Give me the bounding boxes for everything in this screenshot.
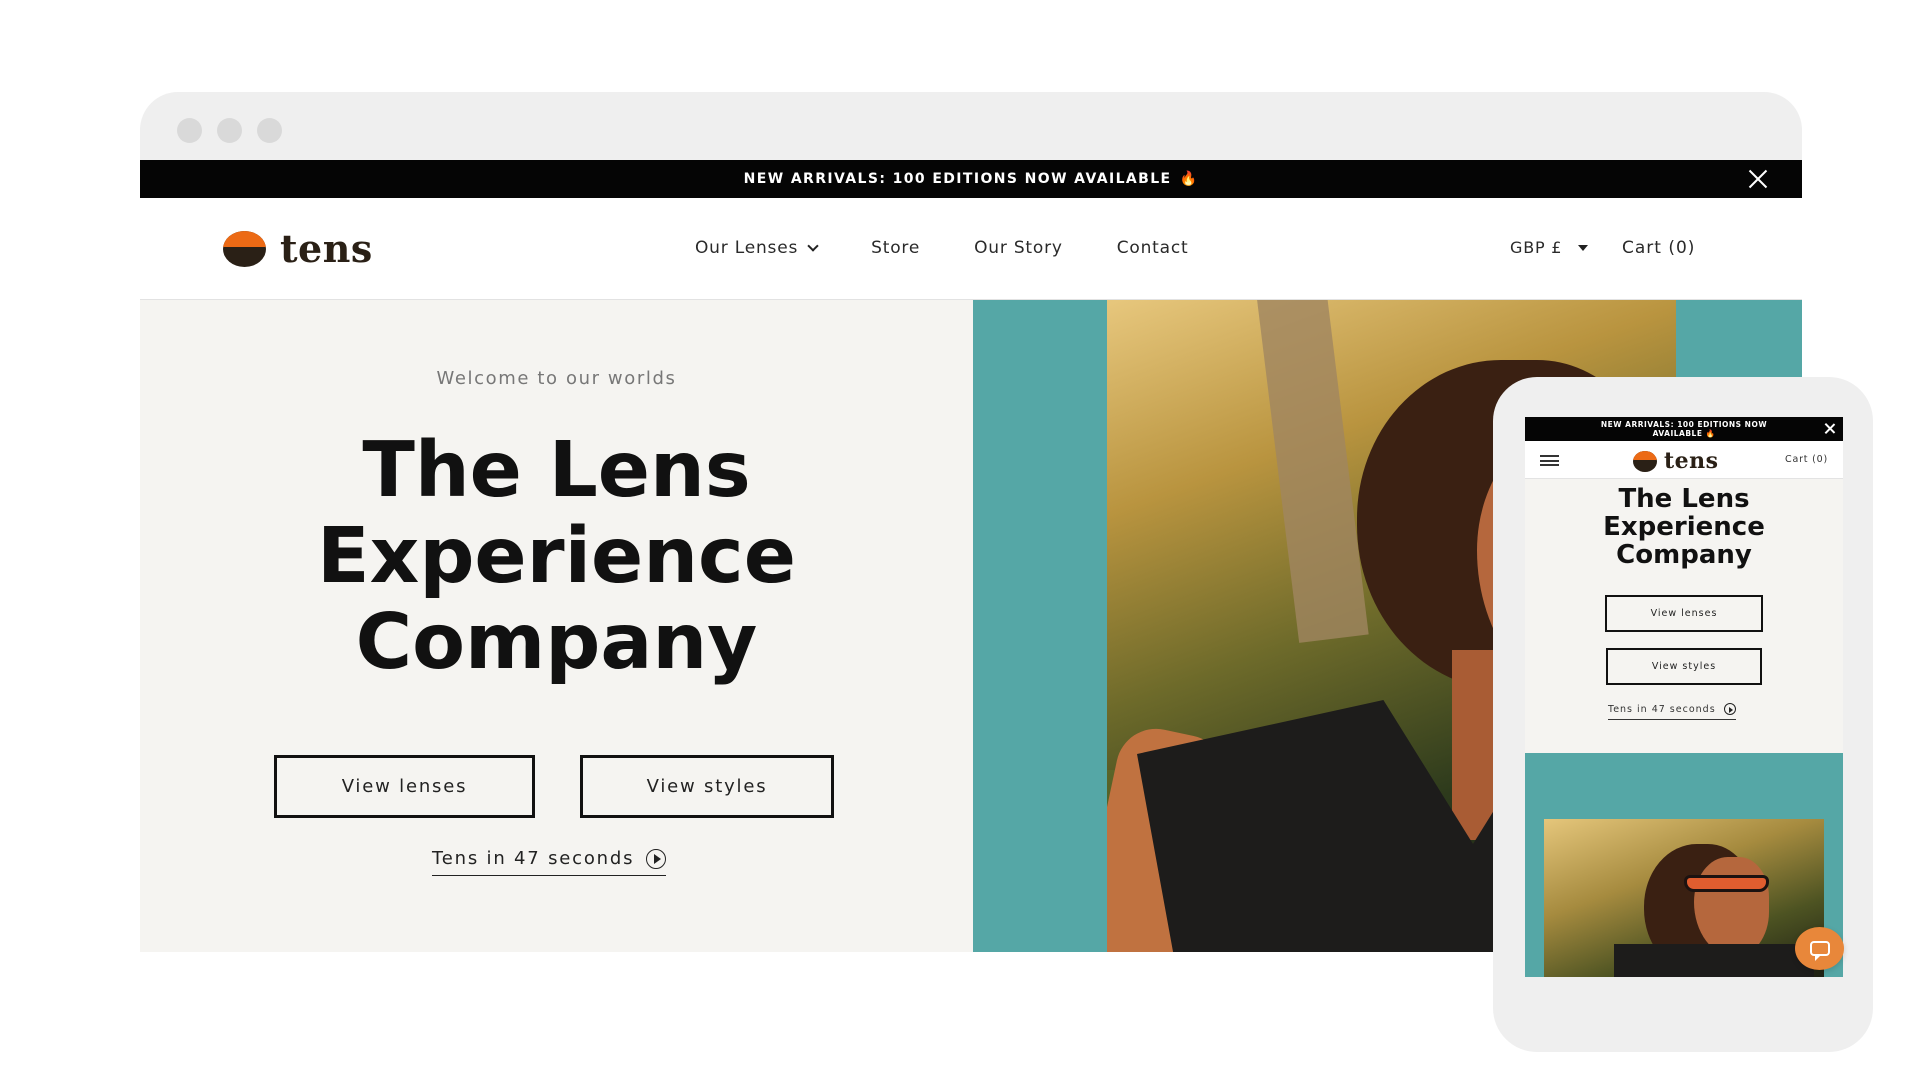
mobile-hero-photo	[1544, 819, 1824, 977]
announcement-bar: NEW ARRIVALS: 100 EDITIONS NOW AVAILABLE…	[140, 160, 1802, 198]
hamburger-menu-icon[interactable]	[1540, 455, 1559, 466]
hero-title: The Lens Experience Company	[140, 428, 973, 686]
close-icon[interactable]	[1824, 423, 1835, 434]
nav-our-lenses-label: Our Lenses	[695, 238, 799, 258]
nav-our-story[interactable]: Our Story	[974, 238, 1063, 258]
mobile-hero-title-line1: The Lens	[1618, 484, 1750, 514]
mobile-screen: NEW ARRIVALS: 100 EDITIONS NOW AVAILABLE…	[1525, 417, 1843, 977]
hero-title-line1: The Lens	[362, 426, 751, 515]
chat-button[interactable]	[1795, 927, 1844, 970]
mobile-announcement-line2-text: AVAILABLE	[1652, 429, 1703, 438]
hero-title-line3: Company	[355, 598, 758, 687]
mobile-video-link-label: Tens in 47 seconds	[1608, 703, 1716, 715]
view-lenses-button[interactable]: View lenses	[274, 755, 535, 818]
chat-icon	[1809, 941, 1830, 961]
window-dot-minimize	[217, 118, 242, 143]
mobile-hero-title: The Lens Experience Company	[1525, 485, 1843, 569]
video-link[interactable]: Tens in 47 seconds	[432, 848, 667, 876]
nav-our-lenses[interactable]: Our Lenses	[695, 238, 819, 258]
nav-contact[interactable]: Contact	[1117, 238, 1189, 258]
mobile-view-lenses-button[interactable]: View lenses	[1605, 595, 1763, 632]
play-circle-icon	[646, 848, 667, 869]
brand-name: tens	[280, 226, 373, 271]
window-dot-maximize	[257, 118, 282, 143]
mobile-brand-name: tens	[1664, 448, 1719, 474]
caret-down-icon	[1578, 244, 1589, 251]
fire-emoji-icon: 🔥	[1179, 171, 1199, 187]
currency-label: GBP £	[1510, 238, 1563, 257]
close-icon[interactable]	[1748, 169, 1768, 189]
mobile-view-styles-button[interactable]: View styles	[1606, 648, 1762, 685]
play-circle-icon	[1723, 703, 1736, 715]
mobile-hero-title-line3: Company	[1616, 540, 1752, 570]
hero-text-panel: Welcome to our worlds The Lens Experienc…	[140, 300, 973, 952]
chevron-down-icon	[807, 240, 819, 252]
logo-mark-icon	[223, 230, 266, 267]
logo-mark-icon	[1633, 450, 1657, 472]
primary-nav: Our Lenses Store Our Story Contact	[695, 238, 1242, 258]
mobile-announcement-line1: NEW ARRIVALS: 100 EDITIONS NOW	[1600, 420, 1768, 429]
mobile-announcement-line2: AVAILABLE 🔥	[1525, 429, 1843, 438]
mobile-video-link[interactable]: Tens in 47 seconds	[1608, 703, 1736, 720]
hero-title-line2: Experience	[317, 512, 796, 601]
mobile-cart-link[interactable]: Cart (0)	[1785, 454, 1828, 465]
browser-chrome	[140, 92, 1802, 160]
mobile-brand-logo[interactable]: tens	[1633, 448, 1719, 474]
view-styles-button[interactable]: View styles	[580, 755, 834, 818]
announcement-text: NEW ARRIVALS: 100 EDITIONS NOW AVAILABLE	[743, 171, 1172, 187]
cart-link[interactable]: Cart (0)	[1622, 238, 1695, 258]
currency-selector[interactable]: GBP £	[1510, 238, 1589, 257]
hero-welcome: Welcome to our worlds	[436, 368, 677, 389]
mobile-header-nav: tens Cart (0)	[1525, 441, 1843, 479]
header-nav: tens Our Lenses Store Our Story Contact …	[140, 198, 1802, 300]
brand-logo[interactable]: tens	[223, 226, 373, 271]
video-link-label: Tens in 47 seconds	[432, 848, 635, 869]
nav-store[interactable]: Store	[871, 238, 920, 258]
mobile-hero-title-line2: Experience	[1603, 512, 1765, 542]
mobile-announcement-bar: NEW ARRIVALS: 100 EDITIONS NOW AVAILABLE…	[1525, 417, 1843, 441]
window-dot-close	[177, 118, 202, 143]
fire-emoji-icon: 🔥	[1705, 429, 1716, 438]
